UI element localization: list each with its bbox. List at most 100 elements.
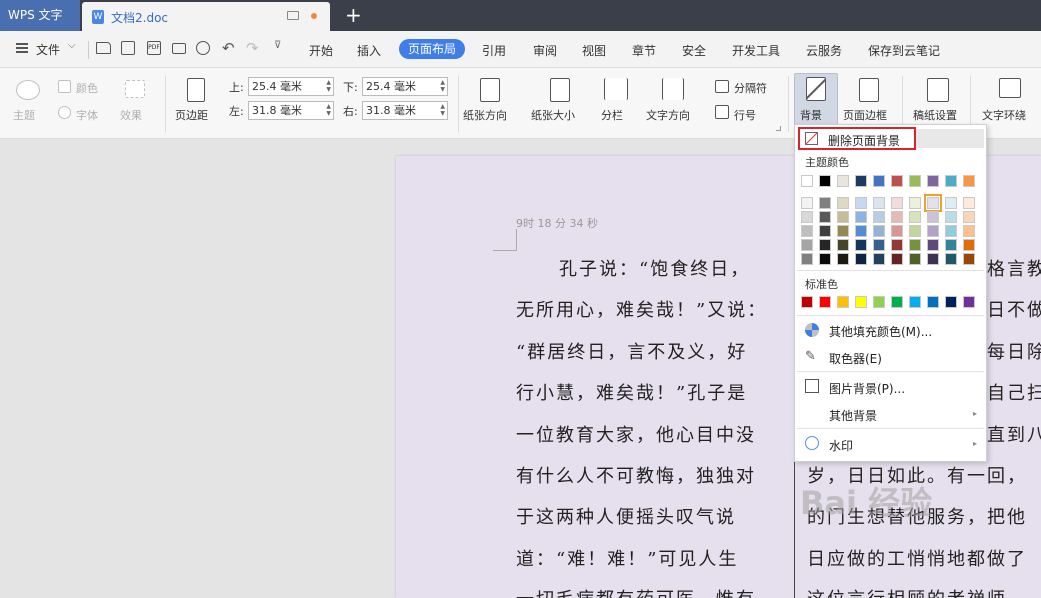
right-margin-input[interactable]: 31.8 毫米 ▲ ▼	[362, 101, 448, 120]
undo-icon[interactable]: ↶	[222, 39, 235, 57]
background-button[interactable]: 背景	[794, 73, 838, 131]
page-border-button[interactable]: 页面边框	[843, 107, 887, 123]
colors-button[interactable]: 颜色	[76, 80, 98, 96]
columns-button[interactable]: 分栏	[601, 107, 623, 123]
bottom-margin-input[interactable]: 25.4 毫米 ▲ ▼	[362, 77, 448, 96]
text-direction-button[interactable]: 文字方向	[646, 107, 690, 123]
standard-color-swatch[interactable]	[837, 296, 849, 308]
theme-shade-swatch[interactable]	[945, 253, 957, 265]
theme-button[interactable]: 主题	[13, 107, 35, 123]
theme-shade-swatch[interactable]	[891, 253, 903, 265]
theme-shade-swatch[interactable]	[909, 197, 921, 209]
effects-button[interactable]: 效果	[120, 107, 142, 123]
theme-shade-swatch[interactable]	[873, 225, 885, 237]
theme-shade-swatch[interactable]	[801, 225, 813, 237]
theme-shade-swatch[interactable]	[801, 197, 813, 209]
theme-shade-swatch[interactable]	[855, 211, 867, 223]
separator-button[interactable]: 分隔符	[734, 80, 767, 96]
theme-shade-swatch[interactable]	[963, 211, 975, 223]
theme-shade-swatch[interactable]	[945, 197, 957, 209]
theme-shade-swatch[interactable]	[819, 197, 831, 209]
theme-color-swatch[interactable]	[945, 175, 957, 187]
spinner-icon[interactable]: ▲ ▼	[326, 103, 331, 117]
manuscript-grid-icon[interactable]	[927, 78, 949, 102]
redo-icon[interactable]: ↷	[246, 39, 259, 57]
theme-color-swatch[interactable]	[963, 175, 975, 187]
save-icon[interactable]	[121, 41, 135, 55]
file-menu[interactable]: 文件	[36, 41, 60, 58]
theme-shade-swatch[interactable]	[837, 239, 849, 251]
theme-shade-swatch[interactable]	[873, 197, 885, 209]
theme-shade-swatch[interactable]	[927, 253, 939, 265]
paper-size-button[interactable]: 纸张大小	[531, 107, 575, 123]
tab-cloud-service[interactable]: 云服务	[806, 42, 842, 59]
theme-shade-swatch[interactable]	[963, 239, 975, 251]
colors-grid-icon[interactable]	[58, 80, 71, 93]
tab-review[interactable]: 审阅	[533, 42, 557, 59]
tab-page-layout[interactable]: 页面布局	[399, 39, 466, 59]
theme-color-swatch[interactable]	[801, 175, 813, 187]
theme-shade-swatch[interactable]	[801, 253, 813, 265]
tab-developer[interactable]: 开发工具	[732, 42, 780, 59]
paper-size-icon[interactable]	[550, 78, 570, 102]
theme-shade-swatch[interactable]	[801, 239, 813, 251]
left-margin-input[interactable]: 31.8 毫米 ▲ ▼	[248, 101, 334, 120]
theme-shade-swatch[interactable]	[837, 225, 849, 237]
standard-color-swatch[interactable]	[873, 296, 885, 308]
theme-shade-swatch[interactable]	[819, 239, 831, 251]
print-icon[interactable]	[172, 43, 186, 54]
tab-security[interactable]: 安全	[682, 42, 706, 59]
theme-shade-swatch[interactable]	[837, 197, 849, 209]
theme-shade-swatch[interactable]	[873, 253, 885, 265]
columns-icon[interactable]	[604, 78, 628, 100]
theme-shade-swatch[interactable]	[891, 211, 903, 223]
standard-color-swatch[interactable]	[801, 296, 813, 308]
theme-shade-swatch[interactable]	[855, 197, 867, 209]
manuscript-settings-button[interactable]: 稿纸设置	[913, 107, 957, 123]
theme-shade-swatch[interactable]	[909, 253, 921, 265]
standard-color-swatch[interactable]	[945, 296, 957, 308]
theme-shade-swatch[interactable]	[909, 225, 921, 237]
theme-color-swatch[interactable]	[873, 175, 885, 187]
theme-shade-swatch[interactable]	[855, 253, 867, 265]
theme-shade-swatch[interactable]	[963, 225, 975, 237]
standard-color-swatch[interactable]	[963, 296, 975, 308]
fonts-button[interactable]: 字体	[76, 107, 98, 123]
font-t-icon[interactable]	[58, 106, 71, 119]
theme-shade-swatch[interactable]	[855, 239, 867, 251]
margins-button[interactable]: 页边距	[175, 107, 208, 123]
top-margin-input[interactable]: 25.4 毫米 ▲ ▼	[248, 77, 334, 96]
theme-shade-swatch[interactable]	[963, 253, 975, 265]
theme-shade-swatch[interactable]	[963, 197, 975, 209]
orientation-button[interactable]: 纸张方向	[463, 107, 507, 123]
theme-shade-swatch[interactable]	[801, 211, 813, 223]
line-numbers-button[interactable]: 行号	[734, 107, 756, 123]
theme-shade-swatch[interactable]	[909, 211, 921, 223]
theme-shade-swatch[interactable]	[927, 225, 939, 237]
picture-background-item[interactable]: 图片背景(P)...	[829, 380, 905, 397]
standard-color-swatch[interactable]	[855, 296, 867, 308]
tab-home[interactable]: 开始	[309, 42, 333, 59]
theme-shade-swatch[interactable]	[855, 225, 867, 237]
text-wrap-icon[interactable]	[999, 78, 1021, 98]
theme-color-swatch[interactable]	[837, 175, 849, 187]
theme-shade-swatch[interactable]	[945, 211, 957, 223]
theme-shade-swatch[interactable]	[819, 211, 831, 223]
document-tab[interactable]: W 文档2.doc	[82, 2, 330, 31]
theme-color-swatch[interactable]	[855, 175, 867, 187]
tab-references[interactable]: 引用	[482, 42, 506, 59]
page-border-icon[interactable]	[859, 78, 879, 102]
tab-view[interactable]: 视图	[582, 42, 606, 59]
other-background-item[interactable]: 其他背景	[829, 407, 877, 424]
spinner-icon[interactable]: ▲ ▼	[440, 79, 445, 93]
separator-icon[interactable]	[715, 80, 729, 93]
standard-color-swatch[interactable]	[819, 296, 831, 308]
app-name-tab[interactable]: WPS 文字	[0, 0, 80, 31]
text-direction-icon[interactable]	[662, 78, 684, 100]
theme-shade-swatch[interactable]	[927, 211, 939, 223]
theme-shade-swatch[interactable]	[945, 239, 957, 251]
theme-shade-swatch[interactable]	[945, 225, 957, 237]
watermark-item[interactable]: 水印	[829, 437, 853, 454]
margins-icon[interactable]	[187, 78, 205, 102]
tab-section[interactable]: 章节	[632, 42, 656, 59]
